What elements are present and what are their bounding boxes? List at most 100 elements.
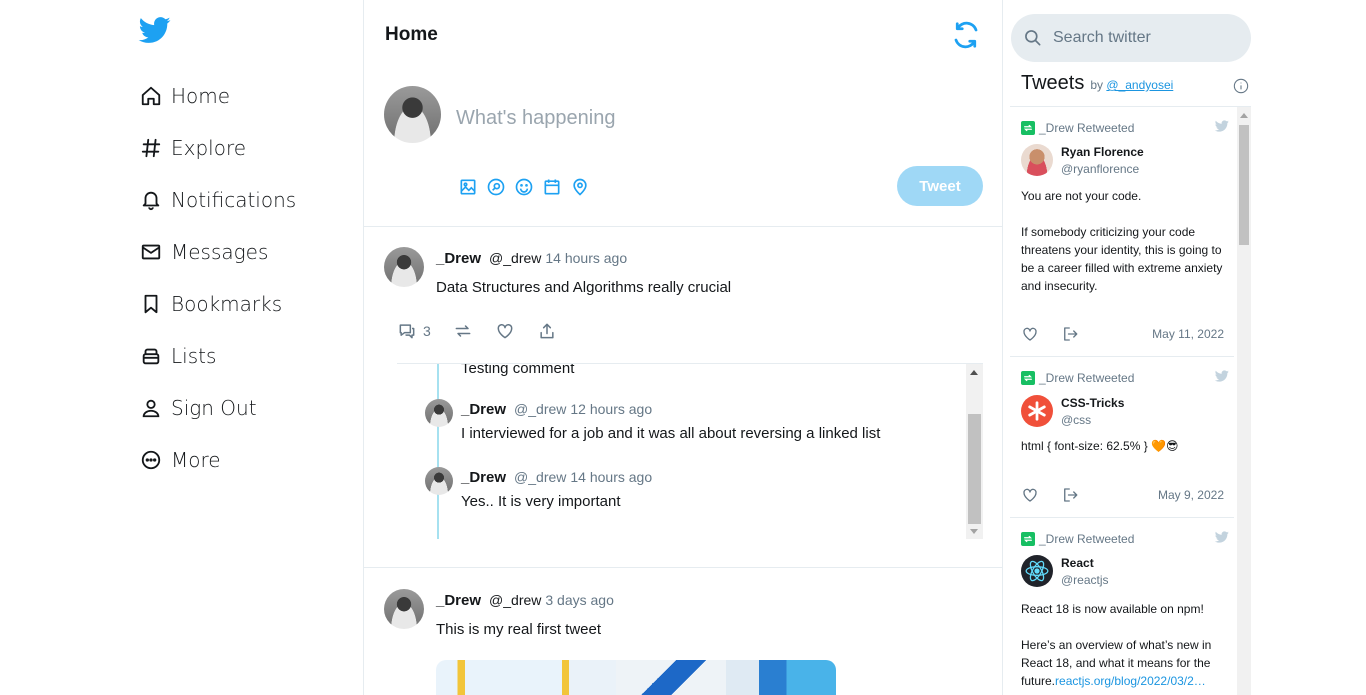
like-button[interactable] bbox=[495, 321, 515, 341]
nav-item-home[interactable]: Home bbox=[139, 70, 296, 122]
main-nav: Home Explore Notifications Messages Book… bbox=[139, 70, 296, 486]
gif-search-icon[interactable] bbox=[486, 177, 506, 197]
card-user[interactable]: Ryan Florence @ryanflorence bbox=[1021, 144, 1144, 176]
tweet-image[interactable] bbox=[436, 660, 836, 695]
refresh-icon[interactable] bbox=[951, 20, 981, 50]
card-user-name: Ryan Florence bbox=[1061, 144, 1144, 159]
nav-label: Lists bbox=[171, 344, 217, 368]
search-bar[interactable] bbox=[1011, 14, 1251, 62]
twitter-bird-icon[interactable] bbox=[138, 14, 172, 46]
card-date[interactable]: May 9, 2022 bbox=[1158, 488, 1224, 502]
reply-author-name[interactable]: _Drew bbox=[461, 401, 506, 418]
share-icon[interactable] bbox=[1061, 486, 1079, 504]
nav-label: Messages bbox=[171, 240, 269, 264]
search-icon bbox=[1025, 30, 1041, 46]
divider bbox=[364, 567, 1002, 568]
retweeted-by: _Drew Retweeted bbox=[1039, 371, 1135, 385]
timeline-byline: by @_andyosei bbox=[1090, 78, 1173, 92]
nav-item-explore[interactable]: Explore bbox=[139, 122, 296, 174]
tweet-composer: Tweet bbox=[364, 70, 1002, 227]
timeline-card[interactable]: _Drew Retweeted React @reactjs React 18 … bbox=[1010, 518, 1234, 695]
location-icon[interactable] bbox=[570, 177, 590, 197]
main-column: Home Tweet _Drew @_drew 14 hours ago Dat… bbox=[363, 0, 1003, 695]
card-date[interactable]: May 11, 2022 bbox=[1152, 327, 1224, 341]
card-text: React 18 is now available on npm! Here’s… bbox=[1021, 600, 1227, 690]
scroll-up-arrow-icon[interactable] bbox=[1240, 113, 1248, 118]
image-icon[interactable] bbox=[458, 177, 478, 197]
hash-icon bbox=[139, 136, 163, 160]
nav-item-bookmarks[interactable]: Bookmarks bbox=[139, 278, 296, 330]
reply-author-name[interactable]: _Drew bbox=[461, 469, 506, 486]
reply-icon bbox=[399, 324, 415, 339]
card-user-handle: @css bbox=[1061, 412, 1092, 427]
card-text: html { font-size: 62.5% } 🧡😎 bbox=[1021, 437, 1227, 473]
user-icon bbox=[139, 396, 163, 420]
composer-tools bbox=[458, 177, 598, 197]
scroll-thumb[interactable] bbox=[1239, 125, 1249, 245]
info-icon[interactable] bbox=[1233, 78, 1249, 94]
main-header: Home bbox=[364, 0, 1002, 70]
tweet-actions: 3 bbox=[397, 321, 579, 341]
heart-icon[interactable] bbox=[1021, 486, 1039, 504]
tweet-author-name[interactable]: _Drew bbox=[436, 250, 481, 267]
replies-panel[interactable]: Testing comment _Drew @_drew 12 hours ag… bbox=[397, 363, 983, 539]
avatar bbox=[384, 247, 424, 287]
retweet-button[interactable] bbox=[453, 321, 473, 341]
avatar bbox=[1021, 555, 1053, 587]
left-sidebar: Home Explore Notifications Messages Book… bbox=[0, 0, 363, 695]
retweet-row: _Drew Retweeted bbox=[1021, 121, 1134, 135]
tweet-header: _Drew @_drew 3 days ago bbox=[436, 592, 614, 609]
twitter-bird-icon[interactable] bbox=[1214, 530, 1230, 544]
reply-header: _Drew @_drew 14 hours ago bbox=[461, 469, 652, 486]
embedded-timeline[interactable]: _Drew Retweeted Ryan Florence @ryanflore… bbox=[1010, 106, 1251, 695]
card-footer: May 9, 2022 bbox=[1021, 486, 1224, 504]
scroll-up-arrow-icon[interactable] bbox=[970, 370, 978, 375]
retweet-icon bbox=[1021, 121, 1035, 135]
avatar bbox=[384, 86, 441, 143]
card-user-name: React bbox=[1061, 555, 1094, 570]
nav-item-notifications[interactable]: Notifications bbox=[139, 174, 296, 226]
scroll-down-arrow-icon[interactable] bbox=[970, 529, 978, 534]
reply-author-handle: @_drew bbox=[514, 469, 567, 485]
twitter-bird-icon[interactable] bbox=[1214, 119, 1230, 133]
share-icon[interactable] bbox=[1061, 325, 1079, 343]
tweet-author-handle: @_drew bbox=[489, 592, 542, 608]
card-user[interactable]: CSS-Tricks @css bbox=[1021, 395, 1124, 427]
nav-label: Explore bbox=[171, 136, 247, 160]
avatar bbox=[425, 467, 453, 495]
avatar bbox=[384, 589, 424, 629]
nav-item-messages[interactable]: Messages bbox=[139, 226, 296, 278]
timeline-title: Tweets bbox=[1021, 72, 1085, 94]
timeline-scrollbar[interactable] bbox=[1237, 107, 1251, 695]
timeline-by-word: by bbox=[1090, 78, 1104, 92]
nav-label: Home bbox=[171, 84, 231, 108]
nav-item-more[interactable]: More bbox=[139, 434, 296, 486]
heart-icon[interactable] bbox=[1021, 325, 1039, 343]
card-user[interactable]: React @reactjs bbox=[1021, 555, 1109, 587]
timeline-author-link[interactable]: @_andyosei bbox=[1106, 78, 1173, 92]
card-link[interactable]: reactjs.org/blog/2022/03/2… bbox=[1055, 674, 1206, 688]
emoji-icon[interactable] bbox=[514, 177, 534, 197]
tweet-button[interactable]: Tweet bbox=[897, 166, 983, 206]
compose-input[interactable] bbox=[456, 107, 936, 130]
tweet-time: 14 hours ago bbox=[545, 250, 628, 266]
tweet-author-name[interactable]: _Drew bbox=[436, 592, 481, 609]
replies-scrollbar[interactable] bbox=[966, 364, 983, 539]
timeline-card[interactable]: _Drew Retweeted Ryan Florence @ryanflore… bbox=[1010, 107, 1234, 357]
reply-time: 12 hours ago bbox=[570, 401, 653, 417]
share-button[interactable] bbox=[537, 321, 557, 341]
schedule-icon[interactable] bbox=[542, 177, 562, 197]
card-user-name: CSS-Tricks bbox=[1061, 395, 1125, 410]
card-paragraph: You are not your code. bbox=[1021, 189, 1142, 203]
right-column: Tweets by @_andyosei _Drew Retweeted Rya… bbox=[1003, 0, 1263, 695]
nav-item-sign-out[interactable]: Sign Out bbox=[139, 382, 296, 434]
reply-button[interactable]: 3 bbox=[397, 321, 431, 341]
scroll-thumb[interactable] bbox=[968, 414, 981, 524]
tweet-text: This is my real first tweet bbox=[436, 621, 602, 638]
search-input[interactable] bbox=[1053, 29, 1233, 47]
twitter-bird-icon[interactable] bbox=[1214, 369, 1230, 383]
timeline-card[interactable]: _Drew Retweeted CSS-Tricks @css html { f… bbox=[1010, 357, 1234, 518]
card-paragraph: html { font-size: 62.5% } 🧡😎 bbox=[1021, 439, 1179, 453]
nav-item-lists[interactable]: Lists bbox=[139, 330, 296, 382]
avatar bbox=[1021, 144, 1053, 176]
